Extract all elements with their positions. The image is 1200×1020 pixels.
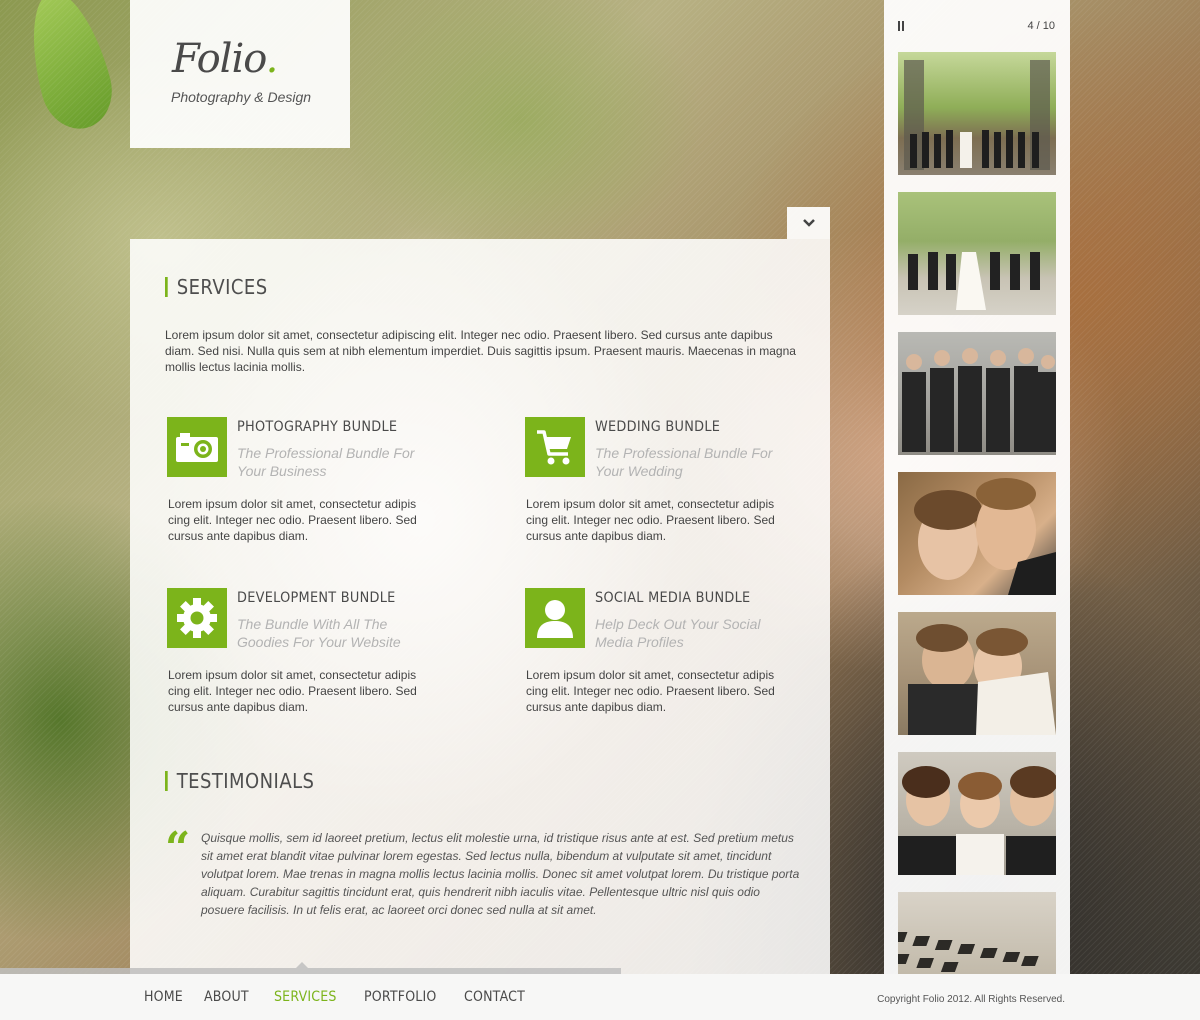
logo-tagline: Photography & Design bbox=[171, 89, 312, 105]
nav-contact[interactable]: CONTACT bbox=[464, 989, 545, 1005]
thumb-bride-friends[interactable] bbox=[898, 752, 1056, 875]
service-title: WEDDING BUNDLE bbox=[595, 419, 721, 435]
nav-portfolio[interactable]: PORTFOLIO bbox=[364, 989, 454, 1005]
service-development: DEVELOPMENT BUNDLE The Bundle With All T… bbox=[165, 588, 445, 728]
footer-bar: HOME ABOUT SERVICES PORTFOLIO CONTACT Co… bbox=[0, 974, 1200, 1020]
pause-icon[interactable] bbox=[898, 21, 906, 31]
service-subtitle: The Professional Bundle For Your Busines… bbox=[237, 445, 415, 479]
logo-name: Folio bbox=[172, 36, 267, 82]
thumb-group-trees[interactable] bbox=[898, 52, 1056, 175]
service-description: Lorem ipsum dolor sit amet, consectetur … bbox=[168, 668, 417, 714]
nav-home[interactable]: HOME bbox=[144, 989, 198, 1005]
main-nav: HOME ABOUT SERVICES PORTFOLIO CONTACT bbox=[144, 974, 554, 1020]
testimonials-heading: TESTIMONIALS bbox=[165, 771, 314, 791]
service-subtitle: The Bundle With All The Goodies For Your… bbox=[237, 616, 401, 650]
quote-icon: “ bbox=[165, 823, 191, 874]
service-subtitle: The Professional Bundle For Your Wedding bbox=[595, 445, 773, 479]
services-intro: Lorem ipsum dolor sit amet, consectetur … bbox=[165, 328, 796, 374]
service-title: PHOTOGRAPHY BUNDLE bbox=[237, 419, 398, 435]
user-icon bbox=[525, 588, 585, 648]
gear-icon bbox=[167, 588, 227, 648]
thumb-bride-bridesmaids[interactable] bbox=[898, 192, 1056, 315]
shopping-cart-icon bbox=[525, 417, 585, 477]
collapse-panel-button[interactable] bbox=[787, 207, 830, 239]
thumb-couple-kiss[interactable] bbox=[898, 612, 1056, 735]
thumb-groomsmen[interactable] bbox=[898, 332, 1056, 455]
testimonial-text: Quisque mollis, sem id laoreet pretium, … bbox=[201, 831, 800, 917]
service-description: Lorem ipsum dolor sit amet, consectetur … bbox=[526, 668, 775, 714]
slide-counter: 4 / 10 bbox=[1027, 20, 1055, 32]
leaf-decoration bbox=[17, 0, 121, 137]
logo-dot: . bbox=[265, 36, 279, 82]
nav-services[interactable]: SERVICES bbox=[274, 989, 355, 1005]
copyright-text: Copyright Folio 2012. All Rights Reserve… bbox=[877, 994, 1065, 1005]
camera-icon bbox=[167, 417, 227, 477]
logo-box[interactable]: Folio. Photography & Design bbox=[130, 0, 350, 148]
gallery-strip: 4 / 10 bbox=[884, 0, 1070, 974]
logo: Folio. bbox=[172, 36, 279, 82]
chevron-down-icon bbox=[802, 219, 815, 227]
services-heading: SERVICES bbox=[165, 277, 268, 297]
service-photography: PHOTOGRAPHY BUNDLE The Professional Bund… bbox=[165, 417, 445, 557]
service-social-media: SOCIAL MEDIA BUNDLE Help Deck Out Your S… bbox=[523, 588, 803, 728]
service-subtitle: Help Deck Out Your Social Media Profiles bbox=[595, 616, 761, 650]
service-title: SOCIAL MEDIA BUNDLE bbox=[595, 590, 751, 606]
content-panel: SERVICES Lorem ipsum dolor sit amet, con… bbox=[130, 239, 830, 974]
thumb-place-cards[interactable] bbox=[898, 892, 1056, 974]
service-wedding: WEDDING BUNDLE The Professional Bundle F… bbox=[523, 417, 803, 557]
nav-about[interactable]: ABOUT bbox=[204, 989, 267, 1005]
service-description: Lorem ipsum dolor sit amet, consectetur … bbox=[526, 497, 775, 543]
thumb-couple-closeup[interactable] bbox=[898, 472, 1056, 595]
service-description: Lorem ipsum dolor sit amet, consectetur … bbox=[168, 497, 417, 543]
progress-indicator bbox=[296, 962, 308, 968]
service-title: DEVELOPMENT BUNDLE bbox=[237, 590, 396, 606]
